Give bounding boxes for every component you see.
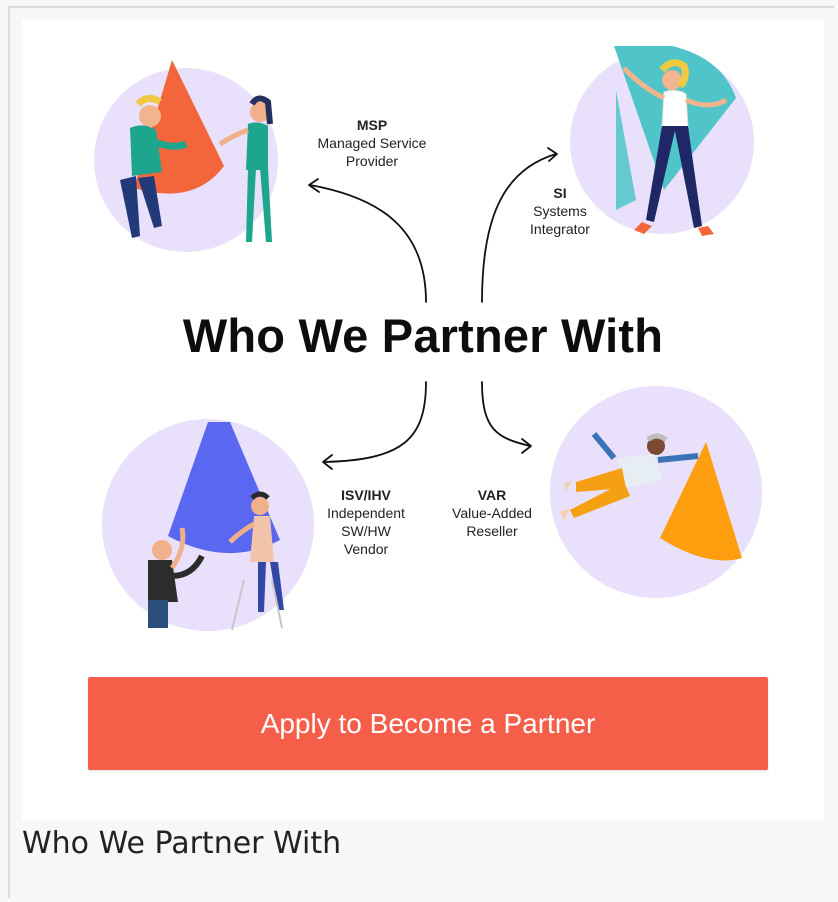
page-headline: Who We Partner With bbox=[182, 309, 664, 362]
var-full-name: Value-Added Reseller bbox=[452, 505, 532, 539]
var-illustration bbox=[550, 386, 762, 598]
arrow-to-msp bbox=[309, 184, 427, 303]
arrow-to-var bbox=[481, 381, 531, 447]
isv-full-name: Independent SW/HW Vendor bbox=[327, 505, 405, 557]
msp-abbr: MSP bbox=[356, 117, 388, 133]
msp-label: MSP Managed Service Provider bbox=[310, 116, 434, 170]
arrow-to-isv bbox=[323, 381, 427, 463]
apply-partner-button[interactable]: Apply to Become a Partner bbox=[88, 677, 768, 770]
si-full-name: Systems Integrator bbox=[530, 203, 590, 237]
si-abbr: SI bbox=[553, 185, 567, 201]
isv-abbr: ISV/IHV bbox=[341, 487, 391, 503]
partner-card: Who We Partner With MSP Managed Service … bbox=[22, 20, 824, 820]
isv-illustration bbox=[102, 419, 314, 631]
msp-full-name: Managed Service Provider bbox=[317, 135, 427, 169]
image-caption: Who We Partner With bbox=[22, 826, 342, 861]
var-abbr: VAR bbox=[477, 487, 507, 503]
si-label: SI Systems Integrator bbox=[520, 184, 600, 238]
var-label: VAR Value-Added Reseller bbox=[442, 486, 542, 540]
isv-label: ISV/IHV Independent SW/HW Vendor bbox=[324, 486, 408, 558]
msp-illustration bbox=[94, 60, 278, 252]
